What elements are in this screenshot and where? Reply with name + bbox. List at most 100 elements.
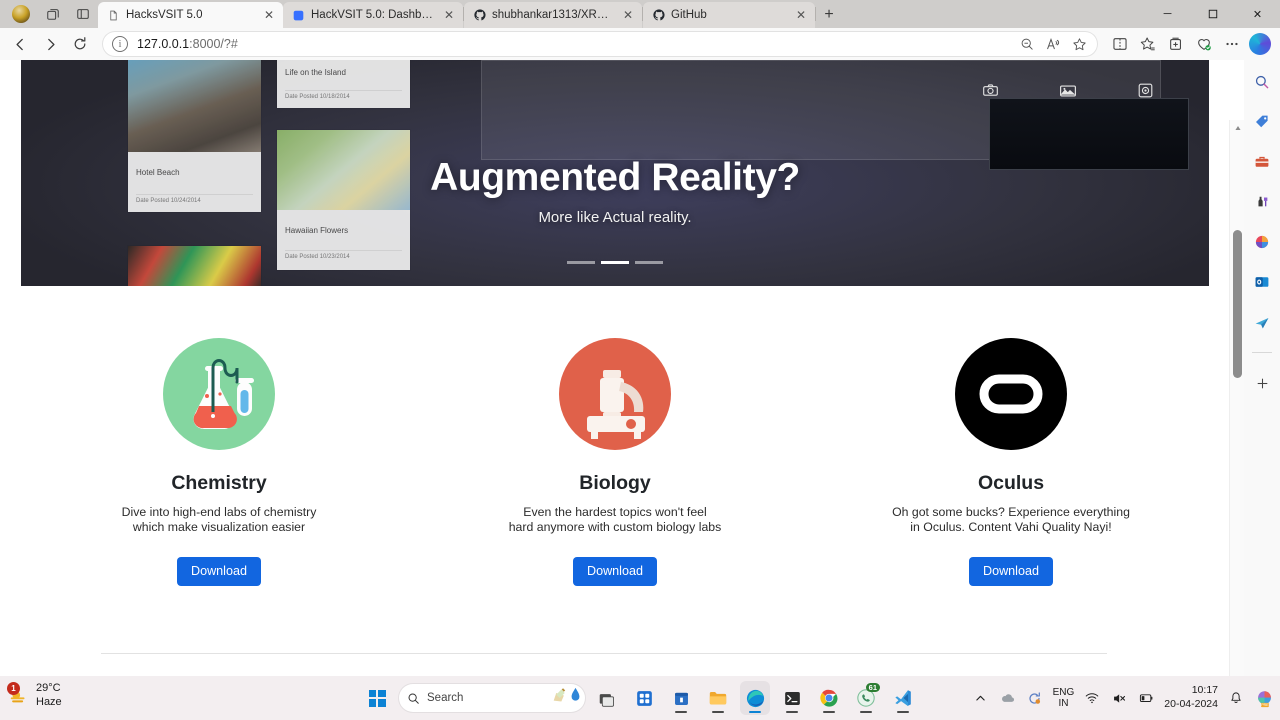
- maximize-button[interactable]: [1190, 0, 1235, 28]
- page-viewport: Hotel Beach Date Posted 10/24/2014 Life …: [0, 60, 1244, 676]
- feature-card-oculus: Oculus Oh got some bucks? Experience eve…: [813, 338, 1209, 586]
- close-tab-icon[interactable]: ✕: [620, 7, 636, 23]
- download-button-biology[interactable]: Download: [572, 557, 657, 586]
- minimize-button[interactable]: ─: [1145, 0, 1190, 28]
- close-tab-icon[interactable]: ✕: [793, 7, 809, 23]
- hero-title: Augmented Reality?: [430, 156, 800, 199]
- carousel-indicators: [21, 261, 1209, 264]
- carousel-indicator-1[interactable]: [567, 261, 595, 264]
- tab-list-icon[interactable]: [68, 0, 98, 28]
- search-icon[interactable]: [1250, 70, 1274, 94]
- scroll-up-arrow-icon[interactable]: [1230, 120, 1244, 135]
- windows-logo-icon: [368, 689, 386, 707]
- forward-arrow-icon[interactable]: [36, 31, 64, 57]
- language-indicator[interactable]: ENG IN: [1053, 687, 1075, 710]
- download-button-oculus[interactable]: Download: [968, 557, 1053, 586]
- feature-description: Dive into high-end labs of chemistry whic…: [121, 505, 317, 534]
- devfolio-icon: [292, 9, 305, 22]
- volume-muted-icon[interactable]: [1110, 691, 1128, 706]
- close-tab-icon[interactable]: ✕: [261, 7, 277, 23]
- tab-actions-icon[interactable]: [38, 0, 68, 28]
- toolbar-right-actions: [1106, 31, 1274, 57]
- page-vertical-scrollbar[interactable]: [1229, 120, 1244, 676]
- microsoft365-icon[interactable]: [1250, 230, 1274, 254]
- browser-essentials-icon[interactable]: [1190, 31, 1218, 57]
- thumbnail-image: [128, 246, 261, 286]
- add-icon[interactable]: [1250, 371, 1274, 395]
- refresh-icon[interactable]: [66, 31, 94, 57]
- vertical-scroll-thumb[interactable]: [1233, 230, 1242, 378]
- microsoft-edge-icon[interactable]: [740, 681, 770, 715]
- tabs: HacksVSIT 5.0 ✕ HackVSIT 5.0: Dashboard …: [98, 0, 1145, 28]
- copilot-icon[interactable]: [1246, 31, 1274, 57]
- feature-title: Biology: [579, 472, 651, 494]
- taskbar-search-box[interactable]: Search: [399, 684, 585, 712]
- browser-tab[interactable]: HacksVSIT 5.0 ✕: [98, 2, 283, 28]
- browser-tab[interactable]: GitHub ✕: [643, 2, 815, 28]
- carousel-indicator-2[interactable]: [601, 261, 629, 264]
- split-screen-icon[interactable]: [1106, 31, 1134, 57]
- microscope-icon: [559, 338, 671, 450]
- web-page: Hotel Beach Date Posted 10/24/2014 Life …: [0, 60, 1229, 660]
- thumbnail-card: [128, 246, 261, 286]
- tools-briefcase-icon[interactable]: [1250, 150, 1274, 174]
- wifi-icon[interactable]: [1083, 691, 1101, 705]
- download-button-chemistry[interactable]: Download: [176, 557, 261, 586]
- microsoft-store-icon[interactable]: [666, 681, 696, 715]
- start-button[interactable]: [362, 681, 392, 715]
- outlook-icon[interactable]: [1250, 270, 1274, 294]
- battery-icon[interactable]: [1137, 690, 1155, 706]
- onedrive-icon[interactable]: [999, 690, 1017, 706]
- search-placeholder: Search: [427, 692, 464, 704]
- hero-overlay-icons: [982, 82, 1154, 100]
- terminal-icon[interactable]: [777, 681, 807, 715]
- feature-card-biology: Biology Even the hardest topics won't fe…: [417, 338, 813, 586]
- file-explorer-icon[interactable]: [703, 681, 733, 715]
- windows-taskbar: 1 29°C Haze Search 61 ENG IN 10:17 20-04…: [0, 676, 1280, 720]
- section-divider: [101, 653, 1107, 654]
- favorites-icon[interactable]: [1134, 31, 1162, 57]
- collections-icon[interactable]: [1162, 31, 1190, 57]
- site-info-icon[interactable]: i: [112, 36, 128, 52]
- hero-subtitle: More like Actual reality.: [538, 208, 692, 226]
- browser-tab[interactable]: shubhankar1313/XRClass ✕: [464, 2, 642, 28]
- google-chrome-icon[interactable]: [814, 681, 844, 715]
- back-arrow-icon[interactable]: [6, 31, 34, 57]
- feature-card-chemistry: Chemistry Dive into high-end labs of che…: [21, 338, 417, 586]
- read-aloud-icon[interactable]: [1040, 32, 1066, 56]
- whatsapp-icon[interactable]: 61: [851, 681, 881, 715]
- new-tab-button[interactable]: +: [816, 2, 842, 28]
- feature-description: Oh got some bucks? Experience everything…: [892, 505, 1130, 534]
- carousel-indicator-3[interactable]: [635, 261, 663, 264]
- widgets-icon[interactable]: [629, 681, 659, 715]
- browser-toolbar: i 127.0.0.1:8000/?#: [0, 28, 1280, 60]
- snipping-tool-icon[interactable]: [592, 681, 622, 715]
- aperture-icon: [1137, 82, 1154, 100]
- feature-title: Chemistry: [171, 472, 267, 494]
- shopping-tag-icon[interactable]: [1250, 110, 1274, 134]
- games-icon[interactable]: [1250, 190, 1274, 214]
- bell-icon[interactable]: [1227, 691, 1245, 705]
- settings-more-icon[interactable]: [1218, 31, 1246, 57]
- send-icon[interactable]: [1250, 310, 1274, 334]
- show-hidden-icons-icon[interactable]: [972, 693, 990, 704]
- thumbnail-image: [128, 60, 261, 152]
- hero-carousel[interactable]: Hotel Beach Date Posted 10/24/2014 Life …: [21, 60, 1209, 286]
- close-window-button[interactable]: ✕: [1235, 0, 1280, 28]
- thumbnail-card: Life on the Island Date Posted 10/18/201…: [277, 60, 410, 108]
- feature-title: Oculus: [977, 472, 1045, 494]
- profile-avatar-button[interactable]: [4, 0, 38, 28]
- windows-update-icon[interactable]: [1026, 691, 1044, 706]
- favorite-star-icon[interactable]: [1066, 32, 1092, 56]
- copilot-pre-icon[interactable]: PRE: [1254, 689, 1274, 708]
- zoom-out-icon[interactable]: [1014, 32, 1040, 56]
- screen: HacksVSIT 5.0 ✕ HackVSIT 5.0: Dashboard …: [0, 0, 1280, 720]
- close-tab-icon[interactable]: ✕: [441, 7, 457, 23]
- browser-tab[interactable]: HackVSIT 5.0: Dashboard | Devfo ✕: [283, 2, 463, 28]
- address-bar[interactable]: i 127.0.0.1:8000/?#: [102, 31, 1098, 57]
- copilot-glyph: [1249, 33, 1271, 55]
- avatar: [12, 5, 30, 23]
- vs-code-icon[interactable]: [888, 681, 918, 715]
- browser-window: HacksVSIT 5.0 ✕ HackVSIT 5.0: Dashboard …: [0, 0, 1280, 676]
- clock[interactable]: 10:17 20-04-2024: [1164, 684, 1218, 711]
